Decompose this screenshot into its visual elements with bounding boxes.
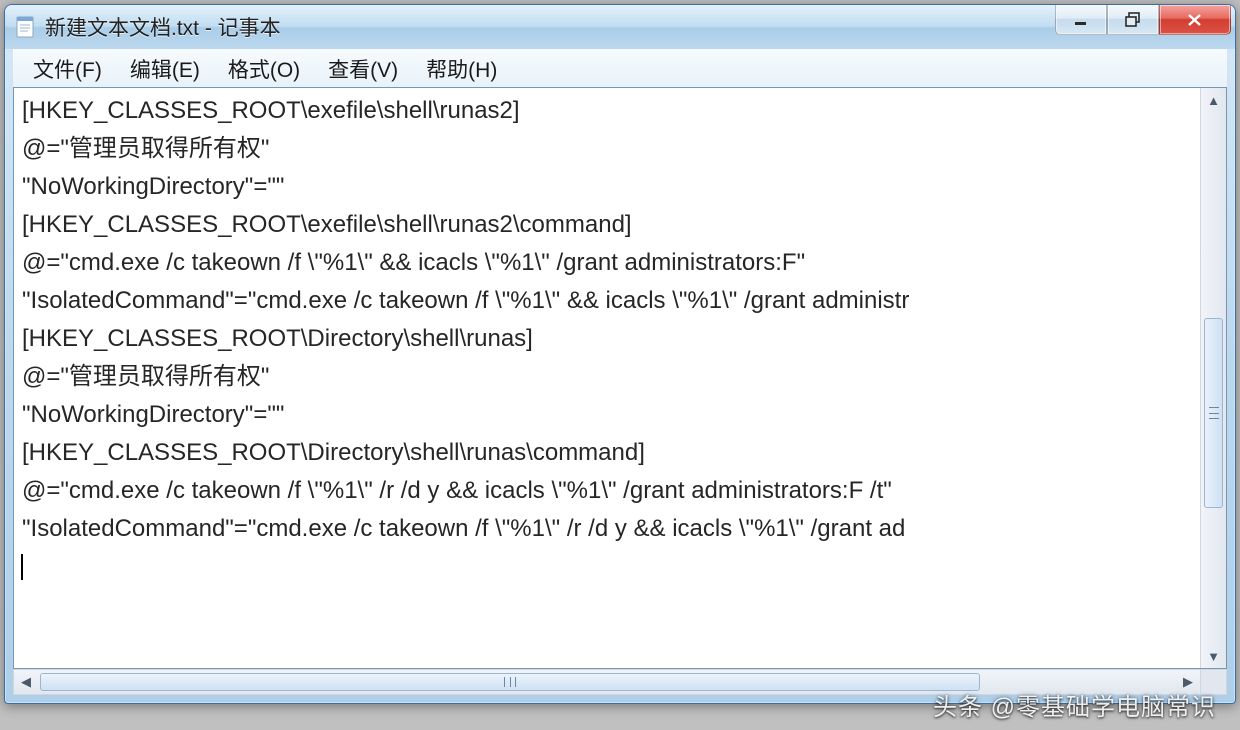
scroll-right-arrow-icon[interactable]: ▶ [1176, 670, 1200, 694]
caret-line [22, 548, 1198, 586]
window-title: 新建文本文档.txt - 记事本 [45, 12, 1055, 42]
text-editor[interactable]: [HKEY_CLASSES_ROOT\exefile\shell\runas2]… [14, 88, 1200, 668]
scrollbar-corner [1200, 670, 1226, 694]
horizontal-scrollbar[interactable]: ◀ ▶ [13, 669, 1227, 695]
notepad-window: 新建文本文档.txt - 记事本 文件(F) 编辑(E) 格式(O) 查看(V)… [4, 4, 1236, 704]
client-area: [HKEY_CLASSES_ROOT\exefile\shell\runas2]… [13, 87, 1227, 669]
horizontal-scroll-thumb[interactable] [40, 673, 980, 691]
scroll-left-arrow-icon[interactable]: ◀ [14, 670, 38, 694]
editor-line: @="管理员取得所有权" [22, 130, 1198, 168]
editor-line: [HKEY_CLASSES_ROOT\Directory\shell\runas… [22, 434, 1198, 472]
vertical-scroll-thumb[interactable] [1204, 318, 1223, 508]
vertical-scrollbar[interactable]: ▲ ▼ [1200, 88, 1226, 668]
titlebar[interactable]: 新建文本文档.txt - 记事本 [5, 5, 1235, 49]
editor-line: [HKEY_CLASSES_ROOT\exefile\shell\runas2\… [22, 206, 1198, 244]
close-button[interactable] [1159, 5, 1231, 35]
minimize-button[interactable] [1055, 5, 1107, 35]
editor-line: @="cmd.exe /c takeown /f \"%1\" /r /d y … [22, 472, 1198, 510]
caption-buttons [1055, 5, 1231, 35]
scroll-up-arrow-icon[interactable]: ▲ [1201, 88, 1226, 112]
menubar: 文件(F) 编辑(E) 格式(O) 查看(V) 帮助(H) [13, 49, 1227, 87]
menu-view[interactable]: 查看(V) [314, 50, 412, 88]
notepad-icon [15, 16, 37, 38]
menu-format[interactable]: 格式(O) [214, 50, 314, 88]
maximize-button[interactable] [1107, 5, 1159, 35]
menu-edit[interactable]: 编辑(E) [116, 50, 214, 88]
editor-line: "NoWorkingDirectory"="" [22, 168, 1198, 206]
menu-file[interactable]: 文件(F) [19, 50, 116, 88]
minimize-icon [1073, 12, 1089, 28]
restore-icon [1124, 12, 1142, 28]
menu-help[interactable]: 帮助(H) [412, 50, 511, 88]
editor-line: "NoWorkingDirectory"="" [22, 396, 1198, 434]
editor-line: [HKEY_CLASSES_ROOT\exefile\shell\runas2] [22, 92, 1198, 130]
editor-line: "IsolatedCommand"="cmd.exe /c takeown /f… [22, 510, 1198, 548]
editor-line: [HKEY_CLASSES_ROOT\Directory\shell\runas… [22, 320, 1198, 358]
close-icon [1186, 12, 1204, 28]
editor-line: @="cmd.exe /c takeown /f \"%1\" && icacl… [22, 244, 1198, 282]
scroll-down-arrow-icon[interactable]: ▼ [1201, 644, 1226, 668]
editor-line: @="管理员取得所有权" [22, 358, 1198, 396]
text-caret [21, 554, 23, 580]
editor-line: "IsolatedCommand"="cmd.exe /c takeown /f… [22, 282, 1198, 320]
